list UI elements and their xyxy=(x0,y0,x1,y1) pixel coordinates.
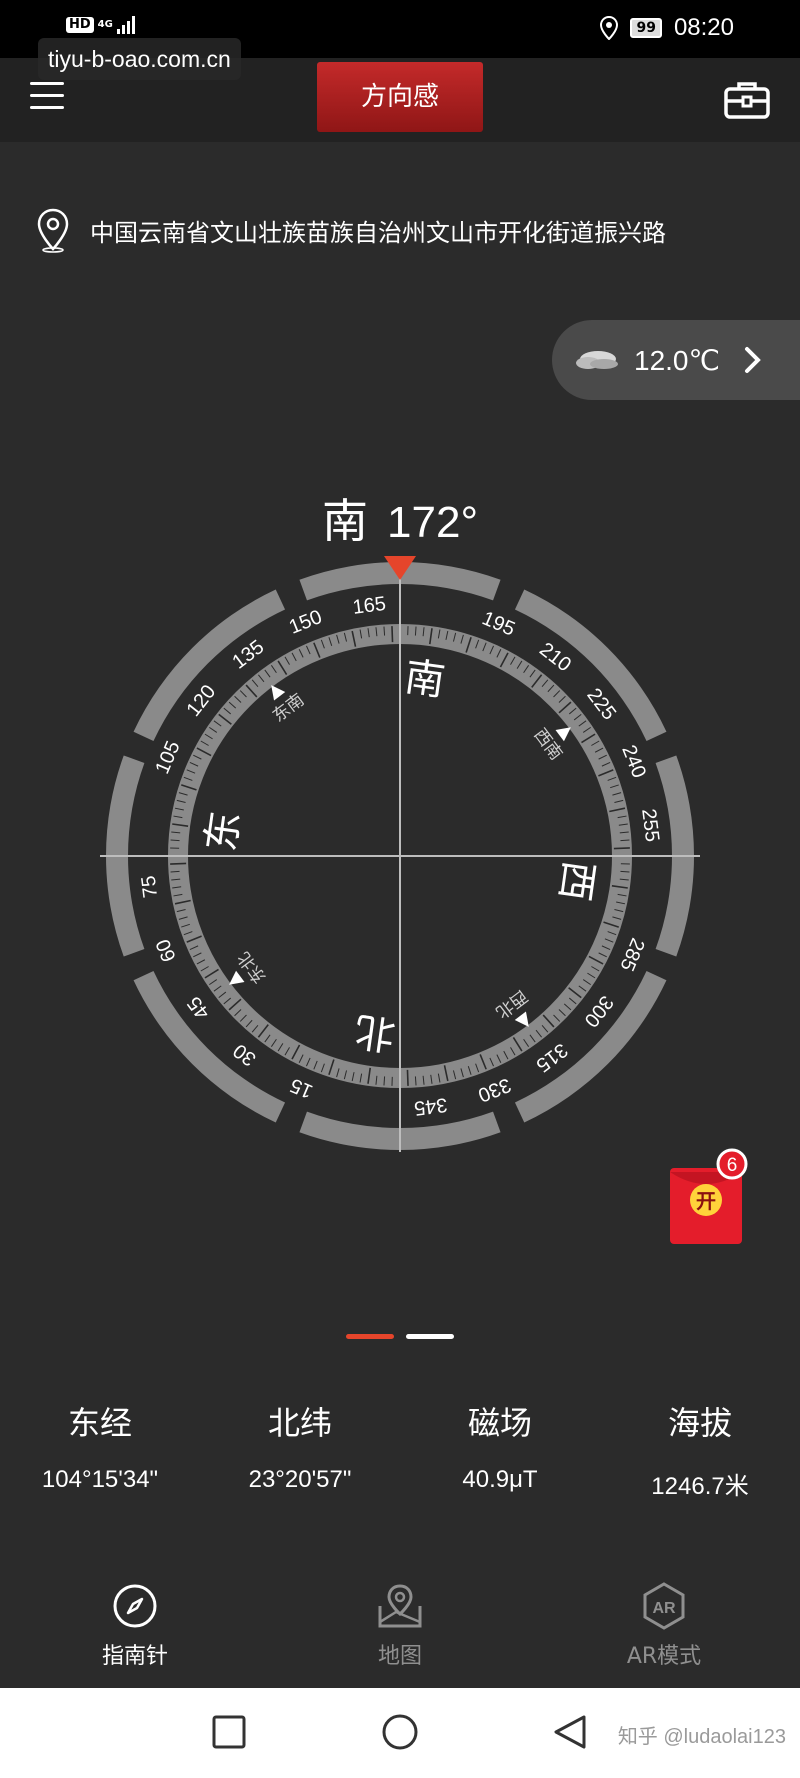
degree-label: 120 xyxy=(182,681,220,721)
toolbox-icon[interactable] xyxy=(724,80,770,120)
stat-altitude: 海拔 1246.7米 xyxy=(600,1398,800,1501)
cardinal-label: 南 xyxy=(402,654,448,705)
watermark-bottom: 知乎 @ludaolai123 xyxy=(617,1726,786,1748)
location-address: 中国云南省文山壮族苗族自治州文山市开化街道振兴路 xyxy=(90,218,666,247)
outer-ring-segment xyxy=(133,970,286,1123)
location-pin-icon xyxy=(37,208,69,253)
tick-mark xyxy=(170,862,187,865)
status-left: HD 4G xyxy=(66,16,135,34)
tab-label: AR模式 xyxy=(626,1644,702,1669)
app-title: 方向感 xyxy=(317,62,483,132)
cardinal-label: 北 xyxy=(352,1007,398,1058)
tick-mark xyxy=(170,839,180,842)
stat-value: 1246.7米 xyxy=(651,1473,749,1500)
tick-mark xyxy=(414,1076,417,1086)
stat-value: 23°20'57" xyxy=(248,1466,352,1493)
back-button[interactable] xyxy=(552,1714,588,1750)
page-indicator-1[interactable] xyxy=(346,1334,394,1339)
tick-mark xyxy=(414,626,417,636)
degree-label: 240 xyxy=(617,742,650,781)
notification-badge: 6 xyxy=(727,1155,738,1176)
degree-label: 150 xyxy=(286,606,325,639)
home-button[interactable] xyxy=(380,1714,420,1750)
tab-ar-mode[interactable]: AR AR模式 xyxy=(584,1582,744,1670)
hd-badge: HD xyxy=(66,17,94,33)
menu-button[interactable] xyxy=(30,82,64,116)
tick-mark xyxy=(406,1069,409,1086)
tick-mark xyxy=(620,839,630,842)
degree-label: 195 xyxy=(479,607,518,640)
tab-bar: 指南针 地图 AR AR模式 xyxy=(0,1582,800,1688)
tab-map[interactable]: 地图 xyxy=(320,1582,480,1670)
degree-label: 45 xyxy=(183,992,214,1023)
signal-icon xyxy=(116,16,135,34)
stats-row: 东经 104°15'34" 北纬 23°20'57" 磁场 40.9μT 海拔 … xyxy=(0,1398,800,1508)
battery-icon: 99 xyxy=(630,18,662,38)
temperature: 12.0℃ xyxy=(634,344,720,376)
map-icon xyxy=(378,1584,422,1628)
watermark-url: tiyu-b-oao.com.cn xyxy=(38,38,241,80)
degree-label: 285 xyxy=(615,935,648,974)
chevron-right-icon xyxy=(745,347,761,373)
stat-value: 104°15'34" xyxy=(41,1466,159,1493)
degree-label: 75 xyxy=(138,874,163,899)
stat-label: 北纬 xyxy=(267,1404,332,1442)
cardinal-label: 西 xyxy=(551,858,602,904)
network-type: 4G xyxy=(97,19,113,30)
red-packet-button[interactable]: 开 6 xyxy=(668,1148,748,1248)
tick-mark xyxy=(620,870,630,873)
location-row[interactable]: 中国云南省文山壮族苗族自治州文山市开化街道振兴路 xyxy=(36,206,776,254)
red-packet-label: 开 xyxy=(696,1189,716,1213)
page-indicator-2[interactable] xyxy=(406,1334,454,1339)
compass-dial[interactable]: 15 30 4560 75 105 120135 150 165 195 210225 240 255… xyxy=(100,556,700,1156)
tick-mark xyxy=(383,626,386,636)
degree-label: 255 xyxy=(637,807,663,843)
tick-mark xyxy=(170,870,180,873)
tab-label: 指南针 xyxy=(101,1644,168,1669)
stat-latitude: 北纬 23°20'57" xyxy=(200,1398,400,1494)
cloud-icon xyxy=(576,351,618,369)
degree-label: 105 xyxy=(151,738,184,777)
ar-icon-text: AR xyxy=(652,1600,676,1617)
degree-label: 330 xyxy=(475,1073,514,1106)
cardinal-label: 东 xyxy=(198,808,249,854)
degree-label: 345 xyxy=(413,1093,449,1119)
degree-label: 60 xyxy=(152,936,181,965)
outer-ring-segment xyxy=(514,970,667,1123)
heading-readout: 南 172° xyxy=(0,485,800,551)
degree-label: 30 xyxy=(229,1039,260,1070)
ar-icon: AR xyxy=(643,1582,685,1630)
recent-apps-button[interactable] xyxy=(211,1714,247,1750)
stat-magnetic-field: 磁场 40.9μT xyxy=(400,1398,600,1494)
tick-mark xyxy=(613,847,630,850)
status-time: 08:20 xyxy=(673,14,734,41)
tab-compass[interactable]: 指南针 xyxy=(55,1582,215,1670)
degree-label: 165 xyxy=(351,593,387,619)
tab-label: 地图 xyxy=(377,1644,422,1669)
degree-label: 225 xyxy=(582,684,620,724)
location-status-icon xyxy=(600,16,619,40)
stat-label: 磁场 xyxy=(467,1404,532,1442)
heading-degrees: 172° xyxy=(387,498,479,547)
degree-label: 135 xyxy=(228,636,268,674)
status-right: 99 08:20 xyxy=(600,14,734,42)
outer-ring-segment xyxy=(133,589,286,742)
stat-value: 40.9μT xyxy=(462,1466,538,1493)
tick-mark xyxy=(383,1076,386,1086)
outer-ring-segment xyxy=(514,589,667,742)
degree-label: 210 xyxy=(535,638,575,676)
tick-mark xyxy=(391,626,394,643)
compass-icon xyxy=(113,1584,157,1628)
stat-longitude: 东经 104°15'34" xyxy=(0,1398,200,1494)
system-nav-bar: 知乎 @ludaolai123 xyxy=(0,1688,800,1778)
weather-pill[interactable]: 12.0℃ xyxy=(552,320,800,400)
degree-label: 300 xyxy=(580,991,618,1031)
degree-label: 315 xyxy=(532,1038,572,1076)
stat-label: 海拔 xyxy=(667,1404,732,1442)
stat-label: 东经 xyxy=(67,1404,132,1442)
degree-label: 15 xyxy=(287,1073,316,1102)
heading-direction: 南 xyxy=(321,494,368,548)
